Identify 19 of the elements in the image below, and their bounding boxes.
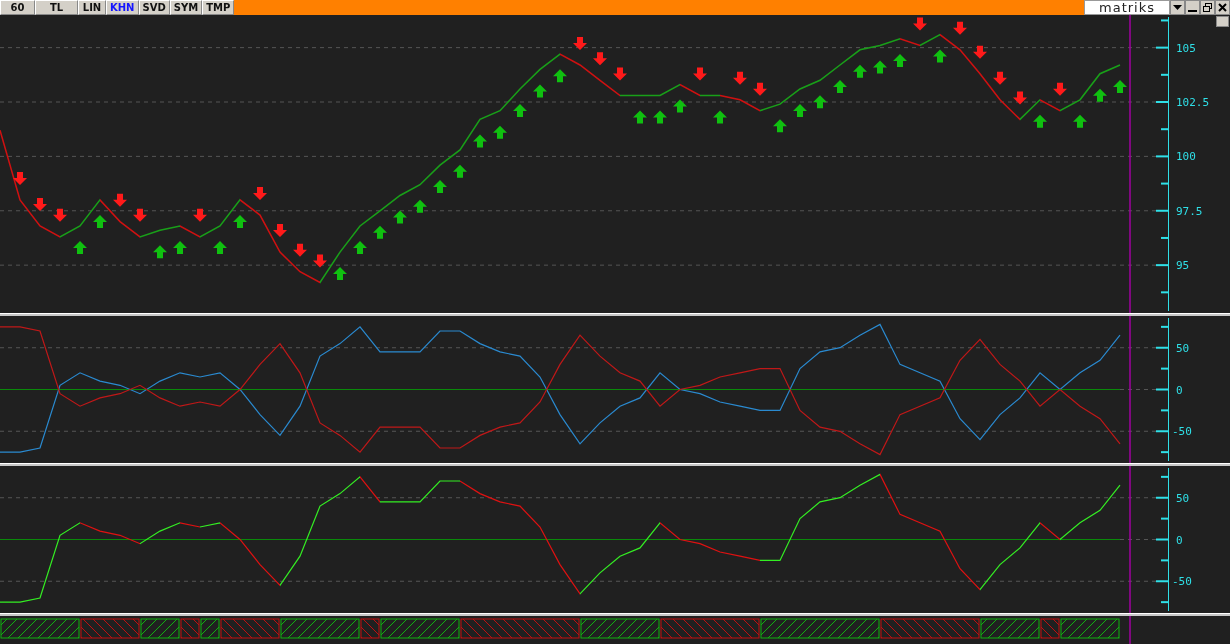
toolbar-tab[interactable]: TL (35, 0, 78, 15)
axis-label: 50 (1176, 341, 1190, 355)
axis-label: 0 (1176, 383, 1183, 397)
toolbar-tab[interactable]: TMP (202, 0, 235, 15)
axis-label: -50 (1172, 575, 1192, 589)
logo: matriks (1084, 0, 1170, 15)
axis-label: 105 (1176, 41, 1196, 55)
axis-label: 102.5 (1176, 96, 1210, 109)
axis-label: 95 (1176, 259, 1190, 273)
toolbar-tab[interactable]: SVD (138, 0, 170, 15)
axis-label: 0 (1176, 533, 1183, 547)
toolbar-tab[interactable]: KHN (106, 0, 139, 15)
axis-label: 100 (1176, 150, 1196, 164)
axis-label: -50 (1172, 425, 1192, 439)
toolbar-tab[interactable]: SYM (169, 0, 203, 15)
toolbar-tab[interactable]: 60 (0, 0, 35, 15)
axis-label: 97.5 (1176, 204, 1203, 218)
axis-label: 50 (1176, 491, 1190, 505)
toolbar-tab[interactable]: LIN (78, 0, 106, 15)
